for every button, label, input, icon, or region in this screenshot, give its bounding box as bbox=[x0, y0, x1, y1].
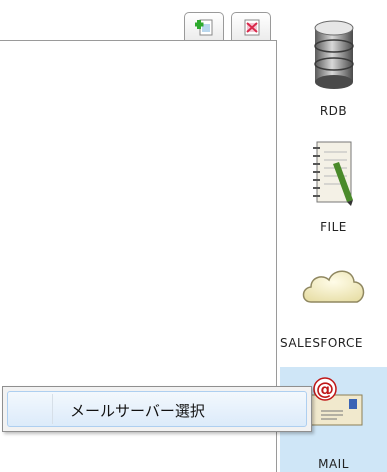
svg-text:@: @ bbox=[316, 379, 334, 400]
delete-page-icon bbox=[244, 19, 260, 36]
palette-label-mail: MAIL bbox=[318, 457, 349, 471]
menu-gutter bbox=[52, 394, 53, 424]
toolbar bbox=[0, 0, 280, 40]
cloud-icon bbox=[302, 270, 364, 303]
menu-item-select-mail-server[interactable]: メールサーバー選択 bbox=[7, 391, 307, 427]
palette-item-file[interactable]: FILE bbox=[280, 130, 387, 248]
palette-label-salesforce: SALESFORCE bbox=[280, 336, 363, 350]
menu-item-label: メールサーバー選択 bbox=[70, 402, 205, 420]
notebook-icon bbox=[312, 141, 353, 206]
palette-item-salesforce[interactable]: SALESFORCE bbox=[280, 248, 387, 366]
database-icon bbox=[313, 20, 354, 89]
palette-item-rdb[interactable]: RDB bbox=[280, 0, 387, 130]
add-page-button[interactable] bbox=[184, 12, 224, 40]
palette-label-file: FILE bbox=[320, 220, 347, 234]
palette-label-rdb: RDB bbox=[319, 104, 348, 118]
delete-page-button[interactable] bbox=[231, 12, 271, 40]
context-menu: メールサーバー選択 bbox=[2, 386, 312, 432]
add-page-icon bbox=[195, 19, 213, 36]
